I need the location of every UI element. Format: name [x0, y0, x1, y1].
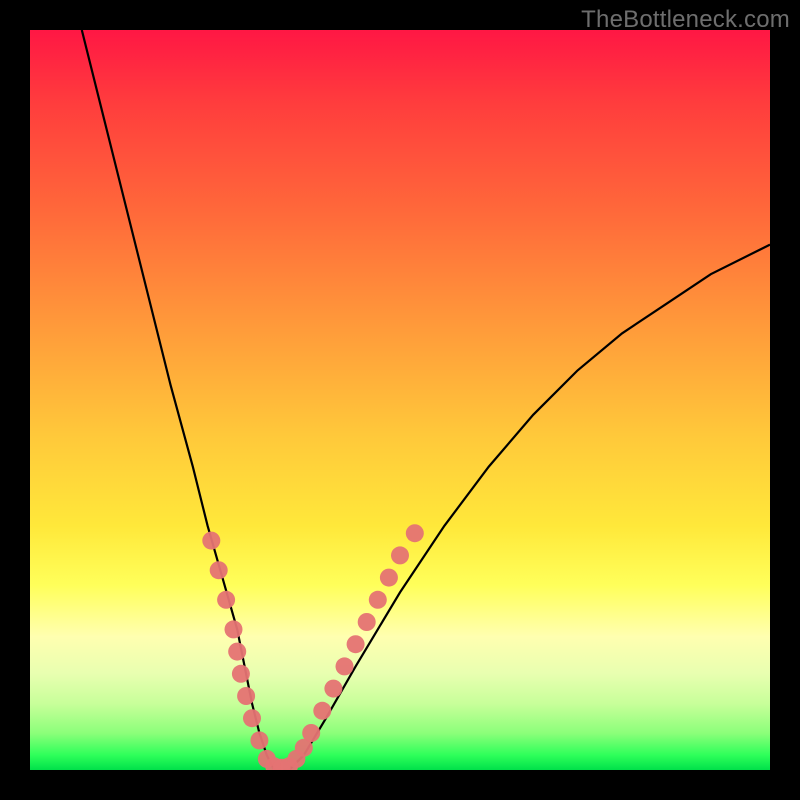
marker-point [225, 620, 243, 638]
marker-point [313, 702, 331, 720]
marker-point [347, 635, 365, 653]
marker-point [380, 569, 398, 587]
marker-point [250, 731, 268, 749]
marker-point [336, 657, 354, 675]
marker-point [302, 724, 320, 742]
markers-layer [30, 30, 770, 770]
marker-point [406, 524, 424, 542]
marker-point [358, 613, 376, 631]
marker-point [391, 546, 409, 564]
marker-point [324, 680, 342, 698]
marker-point [237, 687, 255, 705]
marker-point [232, 665, 250, 683]
marker-point [217, 591, 235, 609]
highlighted-points-group [202, 524, 423, 770]
watermark-text: TheBottleneck.com [581, 6, 790, 34]
chart-frame: TheBottleneck.com [0, 0, 800, 800]
marker-point [369, 591, 387, 609]
marker-point [202, 532, 220, 550]
marker-point [243, 709, 261, 727]
marker-point [228, 643, 246, 661]
marker-point [210, 561, 228, 579]
plot-area [30, 30, 770, 770]
